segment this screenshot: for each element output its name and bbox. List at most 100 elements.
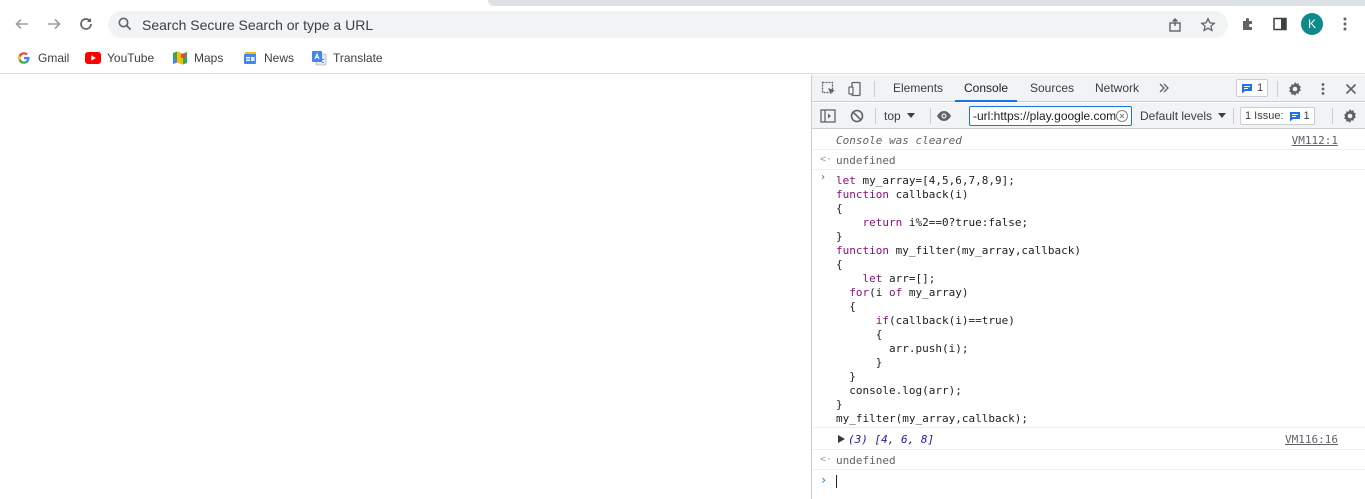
side-panel-button[interactable] [1266, 10, 1294, 38]
bookmark-gmail[interactable]: Gmail [16, 49, 69, 67]
gear-icon [1344, 109, 1356, 123]
gmail-icon [16, 50, 32, 66]
console-input-entry: › let my_array=[4,5,6,7,8,9]; function ca… [812, 170, 1365, 428]
code-line: } [836, 356, 883, 369]
devtools-tab-bar: Elements Console Sources Network 1 [812, 75, 1365, 102]
gear-icon [1289, 82, 1301, 96]
code-line: } [836, 230, 843, 243]
separator [930, 108, 931, 124]
tab-elements[interactable]: Elements [893, 75, 943, 102]
device-icon [848, 81, 861, 97]
tab-console[interactable]: Console [955, 75, 1018, 102]
separator [874, 81, 875, 97]
forward-button[interactable] [40, 10, 68, 38]
text-caret [836, 475, 837, 488]
context-selector[interactable]: top [884, 103, 915, 129]
web-page-viewport[interactable] [0, 75, 811, 499]
reload-icon [80, 18, 92, 30]
console-settings-button[interactable] [1341, 107, 1359, 125]
inspect-icon [821, 81, 835, 95]
bookmark-youtube[interactable]: YouTube [85, 49, 154, 67]
puzzle-icon [1243, 18, 1252, 30]
news-icon [242, 50, 258, 66]
translate-icon [311, 50, 327, 66]
code-line: function my_filter(my_array,callback) [836, 244, 1082, 257]
block-icon [850, 109, 864, 123]
bookmark-news[interactable]: News [242, 49, 294, 67]
console-filter-input[interactable]: -url:https://play.google.com [969, 106, 1132, 126]
separator [875, 108, 876, 124]
code-line: let arr=[]; [862, 272, 936, 285]
bookmark-label: News [264, 51, 295, 65]
bookmark-translate[interactable]: Translate [311, 49, 383, 67]
levels-label: Default levels [1140, 109, 1213, 123]
expand-triangle-icon[interactable] [838, 435, 845, 443]
code-line: let my_array=[4,5,6,7,8,9]; [836, 174, 1015, 187]
omnibox[interactable] [108, 11, 1228, 38]
prompt-chevron-icon: › [820, 473, 828, 487]
code-block: let my_array=[4,5,6,7,8,9]; function call… [836, 174, 1081, 426]
extensions-button[interactable] [1234, 10, 1262, 38]
tab-network[interactable]: Network [1095, 75, 1139, 102]
devtools-menu-button[interactable] [1314, 80, 1332, 98]
code-line: } [836, 398, 843, 411]
console-output[interactable]: Console was cleared VM112:1 <· undefined… [812, 130, 1365, 499]
eye-icon [937, 111, 951, 121]
devtools-settings-button[interactable] [1286, 80, 1304, 98]
bookmark-maps[interactable]: Maps [172, 49, 223, 67]
code-line: { [836, 258, 843, 271]
console-prompt[interactable]: › [812, 470, 1365, 494]
bookmark-label: Translate [333, 51, 383, 65]
code-line: { [836, 202, 843, 215]
return-value: undefined [836, 454, 896, 467]
profile-avatar[interactable]: K [1301, 13, 1323, 35]
maps-icon [172, 50, 188, 66]
back-button[interactable] [8, 10, 36, 38]
source-link[interactable]: VM116:16 [1285, 433, 1338, 446]
dropdown-arrow-icon [1218, 113, 1227, 118]
log-levels-dropdown[interactable]: Default levels [1140, 103, 1227, 129]
youtube-icon [85, 50, 101, 66]
code-line: if(callback(i)==true) [875, 314, 1015, 327]
device-toolbar-button[interactable] [846, 80, 864, 98]
dropdown-arrow-icon [906, 113, 915, 118]
more-tabs-button[interactable] [1156, 80, 1172, 96]
inspect-element-button[interactable] [820, 80, 838, 98]
kebab-menu-icon [1321, 83, 1325, 95]
messages-count: 1 [1257, 82, 1264, 94]
separator [1277, 81, 1278, 97]
show-sidebar-button[interactable] [819, 107, 837, 125]
log-array-result[interactable]: (3) [4, 6, 8] [848, 433, 934, 446]
reload-button[interactable] [72, 10, 100, 38]
bookmark-label: YouTube [107, 51, 155, 65]
messages-badge[interactable]: 1 [1236, 79, 1269, 97]
source-link[interactable]: VM112:1 [1292, 134, 1338, 147]
issues-button[interactable]: 1 Issue: 1 [1240, 107, 1315, 125]
clear-console-button[interactable] [848, 107, 866, 125]
arrow-left-icon [15, 18, 28, 30]
sidebar-toggle-icon [820, 109, 836, 123]
return-value: undefined [836, 154, 896, 167]
separator [1332, 108, 1333, 124]
bookmark-label: Maps [194, 51, 224, 65]
omnibox-input[interactable] [142, 11, 1042, 38]
clear-filter-icon[interactable] [1116, 110, 1128, 122]
code-line: my_filter(my_array,callback); [836, 412, 1029, 425]
context-label: top [884, 109, 901, 123]
star-icon[interactable] [1200, 17, 1216, 33]
return-arrow-icon: <· [820, 154, 833, 165]
share-icon[interactable] [1168, 17, 1184, 33]
browser-menu-button[interactable] [1331, 10, 1359, 38]
code-line: for(i of my_array) [849, 286, 969, 299]
code-line: { [836, 328, 883, 341]
bookmarks-bar: Gmail YouTube Maps News Translate [0, 42, 1365, 74]
code-line: } [836, 370, 856, 383]
search-icon [118, 17, 132, 31]
console-toolbar: top -url:https://play.google.com Default… [812, 103, 1365, 129]
tab-sources[interactable]: Sources [1030, 75, 1074, 102]
live-expression-button[interactable] [934, 107, 954, 125]
code-line: arr.push(i); [836, 342, 969, 355]
message-icon [1242, 83, 1252, 93]
close-devtools-button[interactable] [1342, 80, 1360, 98]
filter-text: -url:https://play.google.com [973, 109, 1117, 123]
